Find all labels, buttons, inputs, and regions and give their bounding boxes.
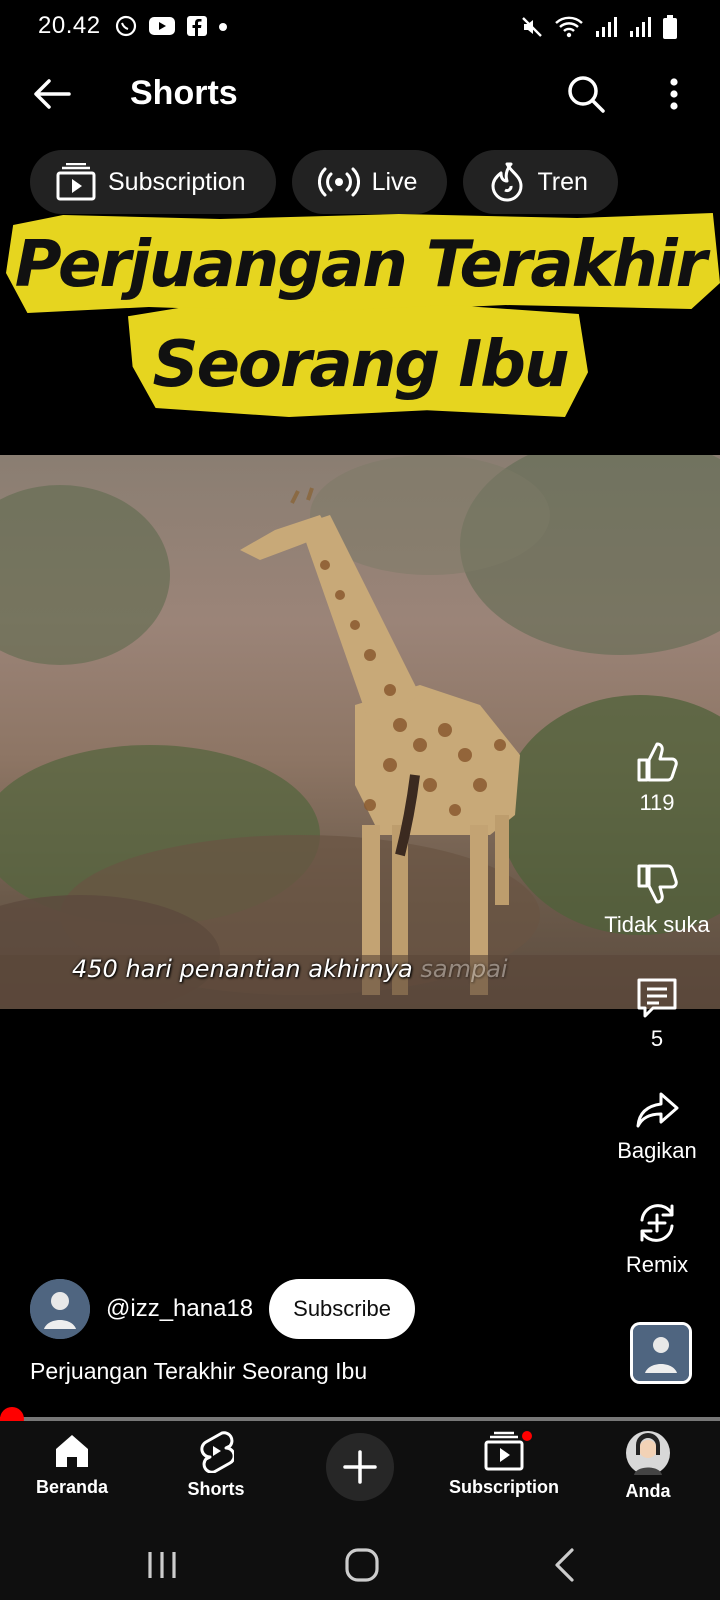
search-button[interactable] [562,70,610,118]
comment-icon [637,978,677,1018]
comment-button[interactable]: 5 [594,976,720,1052]
video-title[interactable]: Perjuangan Terakhir Seorang Ibu [30,1358,367,1385]
video-overlay-title: Perjuangan Terakhir Seorang Ibu [0,205,720,420]
battery-icon [663,15,677,39]
back-chevron-icon [555,1548,574,1582]
nav-shorts[interactable]: Shorts [146,1431,286,1500]
home-system-button[interactable] [330,1541,394,1589]
signal-icon [596,17,617,37]
status-bar: 20.42 [0,0,720,52]
nav-label: Shorts [187,1479,245,1499]
subscription-icon [56,163,96,201]
status-time: 20.42 [38,12,101,39]
share-button[interactable]: Bagikan [594,1088,720,1164]
subscribe-button[interactable]: Subscribe [269,1279,415,1339]
dot-icon [219,23,227,31]
avatar-image [30,1279,90,1339]
more-options-button[interactable] [650,70,698,118]
nav-subscription[interactable]: Subscription [434,1429,574,1498]
notification-dot [520,1429,534,1443]
channel-row: @izz_hana18 Subscribe [30,1278,415,1340]
chip-label: Live [371,167,418,196]
youtube-icon [149,17,175,35]
back-button[interactable] [30,72,74,116]
comment-count: 5 [650,1026,664,1051]
dislike-button[interactable]: Tidak suka [594,862,720,938]
facebook-icon [187,16,207,36]
signal-icon [630,17,651,37]
nav-beranda[interactable]: Beranda [2,1431,142,1498]
home-circle-icon [345,1548,379,1582]
create-button[interactable] [326,1433,394,1501]
page-title: Shorts [130,74,238,112]
back-system-button[interactable] [532,1541,596,1589]
whatsapp-icon [115,15,137,37]
like-button[interactable]: 119 [594,740,720,816]
remix-label: Remix [625,1252,689,1277]
back-arrow-icon [34,79,71,109]
live-icon [317,167,360,197]
bottom-navigation: Beranda Shorts Subscription Anda [0,1421,720,1531]
like-count: 119 [639,790,675,815]
chip-label: Tren [537,167,588,196]
nav-label: Beranda [35,1477,109,1497]
remix-button[interactable]: Remix [594,1200,720,1278]
overlay-title-line1: Perjuangan Terakhir [14,228,707,302]
recent-apps-button[interactable] [130,1541,194,1589]
dislike-label: Tidak suka [604,912,710,937]
share-label: Bagikan [617,1138,697,1163]
wifi-icon [555,16,583,38]
home-icon [56,1435,88,1467]
recent-apps-icon [148,1552,176,1578]
sound-thumbnail-image [633,1325,689,1381]
shorts-icon [200,1431,234,1473]
nav-anda[interactable]: Anda [578,1431,718,1502]
profile-avatar [626,1431,670,1475]
more-vertical-icon [670,78,678,110]
thumbs-down-icon [637,864,678,904]
trending-icon [491,162,523,202]
sound-thumbnail[interactable] [630,1322,692,1384]
subscription-icon [484,1431,524,1471]
chip-label: Subscription [108,167,246,196]
channel-handle[interactable]: @izz_hana18 [106,1295,253,1323]
top-app-bar: Shorts [0,62,720,126]
share-icon [636,1092,679,1128]
mute-icon [522,17,542,37]
overlay-title-line2: Seorang Ibu [152,328,569,402]
remix-icon [640,1204,674,1242]
plus-icon [343,1450,377,1484]
video-caption: 450 hari penantian akhirnya [72,955,413,983]
search-icon [568,76,605,113]
nav-label: Subscription [448,1477,559,1497]
system-navigation-bar [0,1531,720,1600]
video-caption-faded: sampai [420,955,508,983]
channel-avatar[interactable] [30,1279,90,1339]
nav-label: Anda [625,1481,671,1501]
thumbs-up-icon [637,742,678,782]
